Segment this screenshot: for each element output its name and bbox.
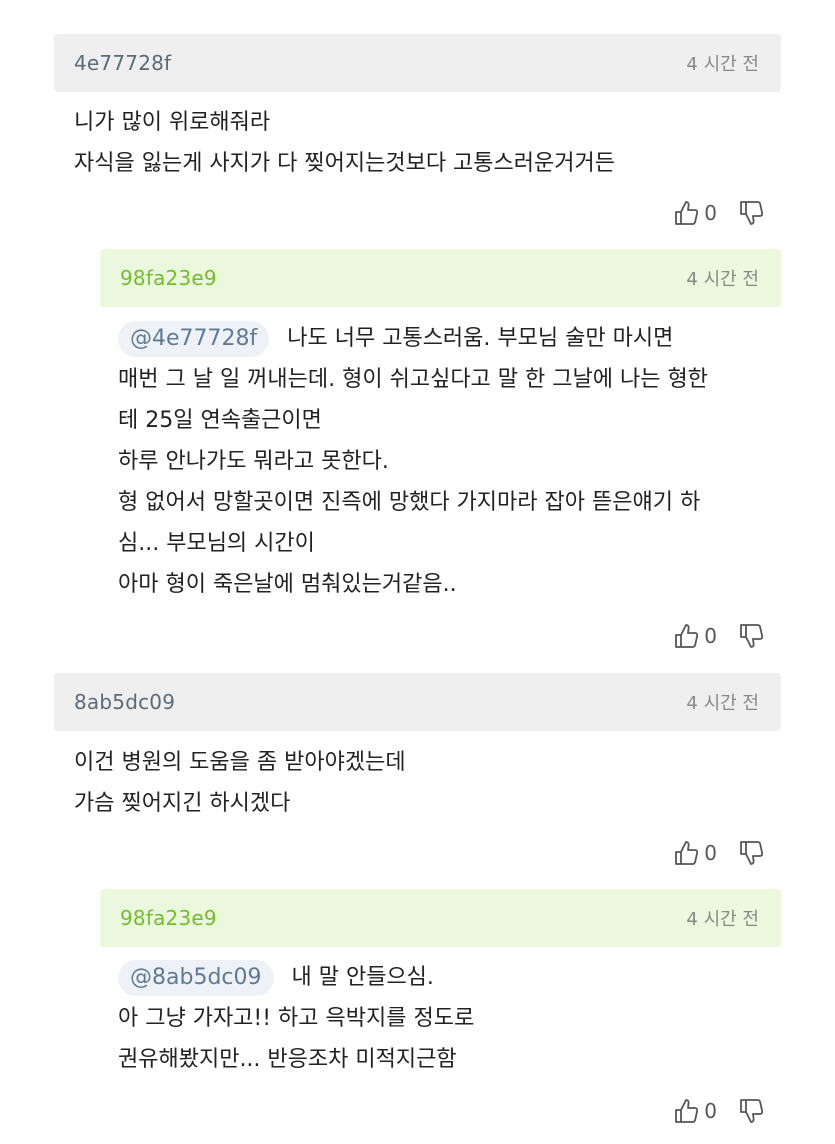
- thumbs-up-icon: [674, 200, 699, 226]
- reply-timestamp: 4 시간 전: [686, 909, 759, 930]
- reply-text-line: @8ab5dc09 내 말 안들으심.: [118, 957, 474, 998]
- reply-text-line: 테 25일 연속출근이면: [118, 408, 322, 433]
- comment-body: 니가 많이 위로해줘라 자식을 잃는게 사지가 다 찢어지는것보다 고통스러운거…: [74, 102, 615, 184]
- thumbs-up-icon: [674, 623, 699, 649]
- upvote-count: 0: [704, 841, 717, 865]
- comment-header: 8ab5dc09 4 시간 전: [54, 673, 781, 731]
- upvote-count: 0: [704, 1099, 717, 1123]
- reply-text-line: 아마 형이 죽은날에 멈춰있는거같음..: [118, 572, 457, 597]
- comment-author[interactable]: 4e77728f: [74, 51, 171, 75]
- reply-text-line: 권유해봤지만... 반응조차 미적지근함: [118, 1047, 457, 1072]
- upvote-button[interactable]: 0: [674, 623, 717, 649]
- reply-text-line: 형 없어서 망할곳이면 진즉에 망했다 가지마라 잡아 뜯은얘기 하: [118, 490, 701, 515]
- reply-text-line: 매번 그 날 일 꺼내는데. 형이 쉬고싶다고 말 한 그날에 나는 형한: [118, 367, 708, 392]
- reply-text-line: @4e77728f 나도 너무 고통스러움. 부모님 술만 마시면: [118, 318, 708, 359]
- upvote-button[interactable]: 0: [674, 200, 717, 226]
- reply-header: 98fa23e9 4 시간 전: [100, 889, 781, 947]
- mention-tag[interactable]: @8ab5dc09: [118, 960, 274, 996]
- upvote-count: 0: [704, 201, 717, 225]
- reply-author[interactable]: 98fa23e9: [120, 266, 217, 290]
- comment-text-line: 자식을 잃는게 사지가 다 찢어지는것보다 고통스러운거거든: [74, 151, 615, 176]
- thumbs-down-icon: [739, 623, 763, 649]
- upvote-count: 0: [704, 624, 717, 648]
- reply-text-line: 아 그냥 가자고!! 하고 윽박지를 정도로: [118, 1006, 475, 1031]
- reply-author[interactable]: 98fa23e9: [120, 906, 217, 930]
- reply-timestamp: 4 시간 전: [686, 269, 759, 290]
- mention-tag[interactable]: @4e77728f: [118, 321, 270, 357]
- vote-bar: 0: [674, 623, 763, 649]
- vote-bar: 0: [674, 840, 763, 866]
- thumbs-down-icon: [739, 840, 763, 866]
- downvote-button[interactable]: [739, 840, 763, 866]
- comment-header: 4e77728f 4 시간 전: [54, 34, 781, 92]
- downvote-button[interactable]: [739, 200, 763, 226]
- downvote-button[interactable]: [739, 1098, 763, 1124]
- reply-text-line: 하루 안나가도 뭐라고 못한다.: [118, 449, 389, 474]
- comment-author[interactable]: 8ab5dc09: [74, 690, 175, 714]
- comment-timestamp: 4 시간 전: [686, 693, 759, 714]
- vote-bar: 0: [674, 200, 763, 226]
- thumbs-down-icon: [739, 200, 763, 226]
- reply-header: 98fa23e9 4 시간 전: [100, 249, 781, 307]
- comment-text-line: 가슴 찢어지긴 하시겠다: [74, 791, 291, 816]
- upvote-button[interactable]: 0: [674, 840, 717, 866]
- reply-text-line: 심... 부모님의 시간이: [118, 531, 315, 556]
- comment-text-line: 니가 많이 위로해줘라: [74, 110, 271, 135]
- thumbs-down-icon: [739, 1098, 763, 1124]
- comment-text-line: 이건 병원의 도움을 좀 받아야겠는데: [74, 750, 406, 775]
- downvote-button[interactable]: [739, 623, 763, 649]
- comment-timestamp: 4 시간 전: [686, 54, 759, 75]
- reply-body: @8ab5dc09 내 말 안들으심. 아 그냥 가자고!! 하고 윽박지를 정도…: [118, 957, 474, 1080]
- thumbs-up-icon: [674, 1098, 699, 1124]
- upvote-button[interactable]: 0: [674, 1098, 717, 1124]
- thumbs-up-icon: [674, 840, 699, 866]
- vote-bar: 0: [674, 1098, 763, 1124]
- comment-body: 이건 병원의 도움을 좀 받아야겠는데 가슴 찢어지긴 하시겠다: [74, 742, 406, 824]
- reply-body: @4e77728f 나도 너무 고통스러움. 부모님 술만 마시면 매번 그 날 …: [118, 318, 708, 605]
